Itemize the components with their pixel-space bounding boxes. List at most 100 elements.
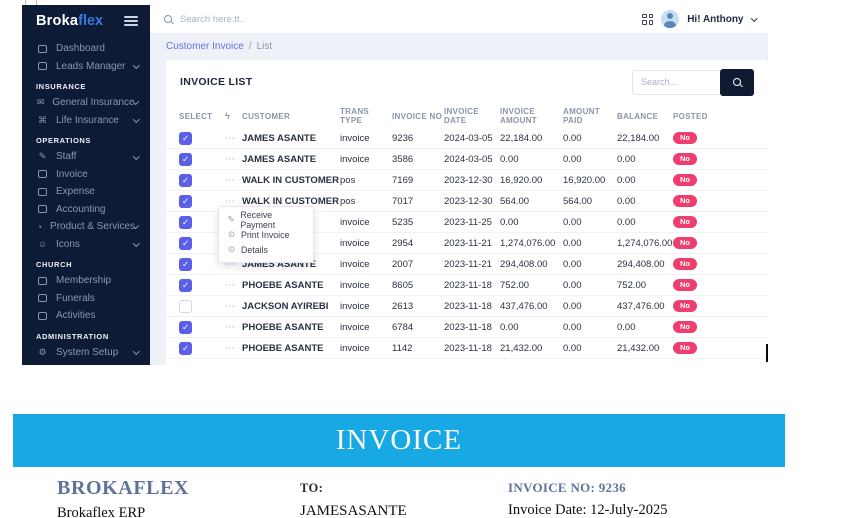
row-checkbox[interactable]: ✓ [179,342,192,355]
cell-invoice-date: 2023-11-21 [444,259,500,270]
posted-badge: No [673,174,697,187]
sidebar-item-label: Funerals [56,293,95,304]
hamburger-menu-icon[interactable] [124,14,138,28]
sidebar-item-product-services[interactable]: ◔Product & Services [22,218,150,236]
sidebar-item-leads-manager[interactable]: Leads Manager [22,58,150,76]
cell-invoice-no: 6784 [392,322,444,333]
cell-invoice-no: 5235 [392,217,444,228]
sidebar-group-label: OPERATIONS [36,136,150,145]
row-checkbox[interactable]: ✓ [179,153,192,166]
command-icon: ⌘ [36,115,49,126]
column-header-invoice-date: INVOICE DATE [444,107,500,125]
row-actions-icon[interactable]: ⋯ [225,154,236,165]
sidebar-item-funerals[interactable]: Funerals [22,290,150,308]
menu-item-details[interactable]: ⊙Details [219,242,313,257]
row-actions-icon[interactable]: ⋯ [225,175,236,186]
menu-item-receive-payment[interactable]: ✎Receive Payment [219,212,313,227]
cell-trans-type: pos [340,175,392,186]
screen: Brokaflex DashboardLeads ManagerINSURANC… [0,0,847,518]
cell-invoice-date: 2023-11-18 [444,301,500,312]
sidebar-item-label: Invoice [56,169,88,180]
invoice-banner: INVOICE [13,414,785,467]
cell-balance: 0.00 [617,322,673,333]
cell-amount-paid: 0.00 [563,238,617,249]
cell-amount-paid: 0.00 [563,217,617,228]
row-context-menu: ✎Receive Payment⊙Print Invoice⊙Details [218,206,314,263]
sidebar-item-life-insurance[interactable]: ⌘Life Insurance [22,112,150,130]
row-checkbox[interactable]: ✓ [179,321,192,334]
sidebar-item-activities[interactable]: Activities [22,307,150,325]
sidebar-item-dashboard[interactable]: Dashboard [22,40,150,58]
cell-balance: 22,184.00 [617,133,673,144]
cell-balance: 21,432.00 [617,343,673,354]
row-checkbox[interactable]: ✓ [179,279,192,292]
apps-grid-icon[interactable] [642,14,653,25]
row-checkbox[interactable] [179,300,192,313]
sidebar-item-label: Activities [56,310,95,321]
cell-customer: WALK IN CUSTOMER [242,196,340,207]
cell-balance: 0.00 [617,217,673,228]
breadcrumb-customer-invoice[interactable]: Customer Invoice [166,41,244,52]
cell-balance: 294,408.00 [617,259,673,270]
row-checkbox[interactable]: ✓ [179,195,192,208]
chat-icon [36,277,49,285]
avatar[interactable] [661,10,679,28]
row-checkbox[interactable]: ✓ [179,237,192,250]
cell-trans-type: invoice [340,154,392,165]
to-label: TO: [300,481,407,496]
cell-invoice-no: 2954 [392,238,444,249]
cell-invoice-date: 2023-11-18 [444,280,500,291]
table-row: ✓⋯PHOEBE ASANTEinvoice67842023-11-180.00… [166,317,768,338]
cell-trans-type: invoice [340,280,392,291]
cell-trans-type: invoice [340,217,392,228]
sidebar-nav: DashboardLeads ManagerINSURANCE✉General … [22,40,150,361]
cell-trans-type: pos [340,196,392,207]
row-actions-icon[interactable]: ⋯ [225,196,236,207]
breadcrumb: Customer Invoice / List [150,33,768,60]
chevron-down-icon [133,116,139,122]
sidebar-item-label: General Insurance [52,97,134,108]
row-actions-icon[interactable]: ⋯ [225,322,236,333]
sidebar-item-membership[interactable]: Membership [22,272,150,290]
invoice-recipient-block: TO: JAMESASANTE [300,481,407,518]
cell-customer: WALK IN CUSTOMER [242,175,340,186]
cell-customer: PHOEBE ASANTE [242,343,340,354]
cell-invoice-date: 2024-03-05 [444,133,500,144]
sidebar-item-invoice[interactable]: Invoice [22,166,150,184]
row-actions-icon[interactable]: ⋯ [225,343,236,354]
cell-invoice-no: 2007 [392,259,444,270]
brand-logo[interactable]: Brokaflex [36,12,103,30]
column-header-invoice-amount: INVOICE AMOUNT [500,107,563,125]
sidebar-item-system-setup[interactable]: ⚙System Setup [22,344,150,362]
sidebar-item-accounting[interactable]: Accounting [22,201,150,219]
cell-invoice-amount: 0.00 [500,154,563,165]
row-actions-icon[interactable]: ⋯ [225,133,236,144]
table-header: SELECTϟCUSTOMERTRANS TYPEINVOICE NOINVOI… [166,104,768,128]
menu-item-label: Print Invoice [241,230,289,240]
row-checkbox[interactable]: ✓ [179,174,192,187]
row-actions-icon[interactable]: ⋯ [225,301,236,312]
cell-invoice-amount: 0.00 [500,322,563,333]
clock-icon: ◔ [36,222,43,232]
row-checkbox[interactable]: ✓ [179,132,192,145]
table-search-button[interactable] [720,69,754,96]
cell-invoice-no: 7169 [392,175,444,186]
cell-amount-paid: 0.00 [563,343,617,354]
sidebar-item-general-insurance[interactable]: ✉General Insurance [22,94,150,112]
sidebar-item-icons[interactable]: ☺Icons [22,236,150,254]
table-search-input[interactable] [632,70,720,95]
sidebar-item-staff[interactable]: ✎Staff [22,148,150,166]
row-checkbox[interactable]: ✓ [179,216,192,229]
sidebar-item-label: Membership [56,275,111,286]
cell-invoice-date: 2023-11-18 [444,343,500,354]
chevron-down-icon[interactable] [751,15,757,21]
main-area: Hi! Anthony Customer Invoice / List INVO… [150,5,768,365]
row-checkbox[interactable]: ✓ [179,258,192,271]
global-search-input[interactable] [180,14,642,25]
sidebar-item-expense[interactable]: Expense [22,183,150,201]
cell-balance: 0.00 [617,175,673,186]
company-subtitle: Brokaflex ERP [57,505,189,518]
row-actions-icon[interactable]: ⋯ [225,280,236,291]
user-greeting[interactable]: Hi! Anthony [687,14,743,25]
posted-badge: No [673,342,697,355]
